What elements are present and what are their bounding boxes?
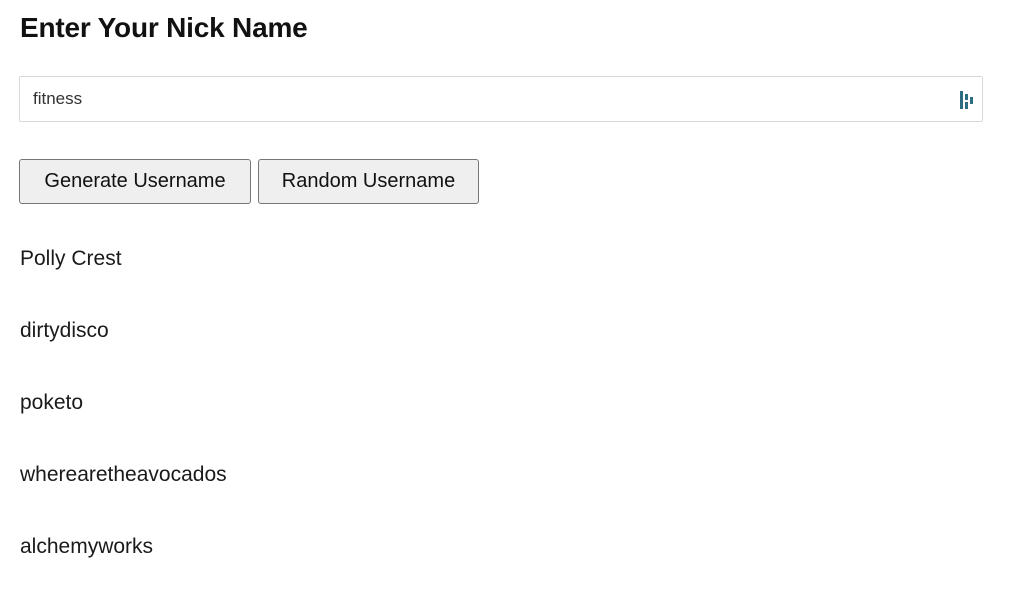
username-results-list: Polly Crest dirtydisco poketo whereareth… bbox=[20, 244, 227, 598]
random-username-button[interactable]: Random Username bbox=[258, 159, 479, 204]
username-result: dirtydisco bbox=[20, 319, 109, 342]
generate-username-button[interactable]: Generate Username bbox=[19, 159, 251, 204]
action-buttons: Generate Username Random Username bbox=[19, 159, 479, 204]
username-result: Polly Crest bbox=[20, 247, 122, 270]
password-manager-icon[interactable] bbox=[960, 91, 974, 109]
username-result: wherearetheavocados bbox=[20, 463, 227, 486]
username-result: poketo bbox=[20, 391, 84, 414]
nickname-input-wrapper bbox=[19, 76, 983, 122]
page-title: Enter Your Nick Name bbox=[20, 12, 308, 43]
username-result: alchemyworks bbox=[20, 535, 154, 558]
nickname-input[interactable] bbox=[20, 77, 982, 121]
page: Enter Your Nick Name Generate Username R… bbox=[0, 0, 1024, 598]
